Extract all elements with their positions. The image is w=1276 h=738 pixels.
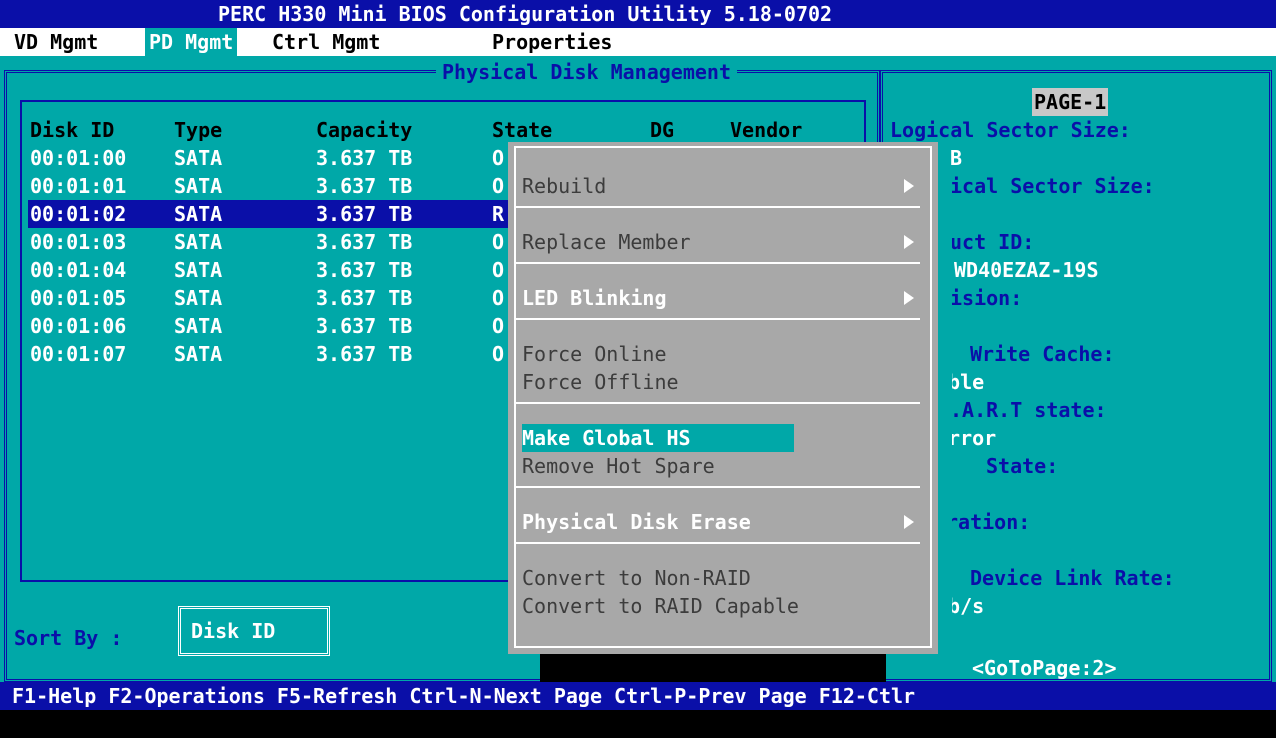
state-cell: O — [492, 286, 505, 310]
popup-shadow — [540, 654, 886, 682]
detail-line: WD40EZAZ-19S — [954, 258, 1099, 282]
type-cell: SATA — [174, 174, 223, 198]
header-disk-id: Disk ID — [30, 118, 115, 142]
title-bar: PERC H330 Mini BIOS Configuration Utilit… — [0, 0, 1276, 28]
type-cell: SATA — [174, 146, 223, 170]
state-cell: R — [492, 202, 505, 226]
popup-separator — [514, 486, 920, 488]
type-cell: SATA — [174, 342, 223, 366]
popup-item-physical-disk-erase[interactable]: Physical Disk Erase — [522, 508, 751, 536]
status-bar-text: F1-Help F2-Operations F5-Refresh Ctrl-N-… — [12, 684, 916, 708]
capacity-cell: 3.637 TB — [316, 342, 413, 366]
app-title: PERC H330 Mini BIOS Configuration Utilit… — [218, 2, 833, 26]
detail-line: .A.R.T state: — [950, 398, 1107, 422]
detail-line: ration: — [946, 510, 1031, 534]
disk-id-cell: 00:01:04 — [30, 258, 127, 282]
popup-separator — [514, 542, 920, 544]
header-type: Type — [174, 118, 223, 142]
disk-id-cell: 00:01:02 — [30, 202, 127, 226]
state-cell: O — [492, 146, 505, 170]
sort-by-label: Sort By : — [14, 626, 123, 650]
state-cell: O — [492, 230, 505, 254]
type-cell: SATA — [174, 230, 223, 254]
panel-title: Physical Disk Management — [436, 58, 737, 86]
operations-popup: Rebuild Replace Member LED Blinking Force O… — [508, 142, 938, 654]
disk-id-cell: 00:01:05 — [30, 286, 127, 310]
popup-item-force-offline[interactable]: Force Offline — [522, 368, 679, 396]
popup-separator — [514, 318, 920, 320]
detail-line: State: — [986, 454, 1059, 478]
popup-separator — [514, 206, 920, 208]
popup-item-force-online[interactable]: Force Online — [522, 340, 667, 368]
popup-separator — [514, 402, 920, 404]
status-bar: F1-Help F2-Operations F5-Refresh Ctrl-N-… — [0, 682, 1276, 710]
popup-item-convert-to-non-raid[interactable]: Convert to Non-RAID — [522, 564, 751, 592]
capacity-cell: 3.637 TB — [316, 174, 413, 198]
page-indicator: PAGE-1 — [1032, 88, 1109, 116]
table-header: Disk ID Type Capacity State DG Vendor — [28, 116, 862, 144]
tab-ctrl-mgmt[interactable]: Ctrl Mgmt — [268, 28, 384, 56]
detail-line: Logical Sector Size: — [890, 118, 1131, 142]
capacity-cell: 3.637 TB — [316, 286, 413, 310]
state-cell: O — [492, 174, 505, 198]
detail-line: Device Link Rate: — [970, 566, 1175, 590]
popup-item-convert-to-raid-capable[interactable]: Convert to RAID Capable — [522, 592, 799, 620]
sort-by-value: Disk ID — [191, 619, 276, 643]
header-capacity: Capacity — [316, 118, 413, 142]
menu-bar: VD Mgmt PD Mgmt Ctrl Mgmt Properties — [0, 28, 1276, 56]
disk-id-cell: 00:01:06 — [30, 314, 127, 338]
header-vendor: Vendor — [730, 118, 803, 142]
detail-line: Write Cache: — [970, 342, 1115, 366]
detail-line: ical Sector Size: — [950, 174, 1155, 198]
tab-properties[interactable]: Properties — [488, 28, 616, 56]
popup-shadow-side — [938, 172, 952, 654]
detail-line: uct ID: — [950, 230, 1035, 254]
capacity-cell: 3.637 TB — [316, 146, 413, 170]
state-cell: O — [492, 314, 505, 338]
type-cell: SATA — [174, 314, 223, 338]
popup-separator — [514, 262, 920, 264]
type-cell: SATA — [174, 258, 223, 282]
submenu-arrow-icon — [904, 515, 914, 529]
popup-item-make-global-hs[interactable]: Make Global HS — [522, 424, 794, 452]
popup-item-remove-hot-spare[interactable]: Remove Hot Spare — [522, 452, 715, 480]
submenu-arrow-icon — [904, 291, 914, 305]
capacity-cell: 3.637 TB — [316, 258, 413, 282]
state-cell: O — [492, 258, 505, 282]
disk-id-cell: 00:01:01 — [30, 174, 127, 198]
capacity-cell: 3.637 TB — [316, 202, 413, 226]
popup-item-rebuild[interactable]: Rebuild — [522, 172, 606, 200]
tab-pd-mgmt[interactable]: PD Mgmt — [145, 28, 238, 56]
popup-item-led-blinking[interactable]: LED Blinking — [522, 284, 667, 312]
capacity-cell: 3.637 TB — [316, 230, 413, 254]
goto-page-link[interactable]: <GoToPage:2> — [972, 654, 1117, 682]
disk-id-cell: 00:01:03 — [30, 230, 127, 254]
type-cell: SATA — [174, 202, 223, 226]
header-dg: DG — [650, 118, 675, 142]
state-cell: O — [492, 342, 505, 366]
type-cell: SATA — [174, 286, 223, 310]
popup-item-replace-member[interactable]: Replace Member — [522, 228, 691, 256]
detail-line: B — [950, 146, 963, 170]
submenu-arrow-icon — [904, 179, 914, 193]
tab-vd-mgmt[interactable]: VD Mgmt — [10, 28, 102, 56]
sort-by-button[interactable]: Disk ID — [178, 606, 330, 656]
capacity-cell: 3.637 TB — [316, 314, 413, 338]
disk-id-cell: 00:01:00 — [30, 146, 127, 170]
detail-line: ision: — [950, 286, 1023, 310]
header-state: State — [492, 118, 553, 142]
submenu-arrow-icon — [904, 235, 914, 249]
disk-id-cell: 00:01:07 — [30, 342, 127, 366]
